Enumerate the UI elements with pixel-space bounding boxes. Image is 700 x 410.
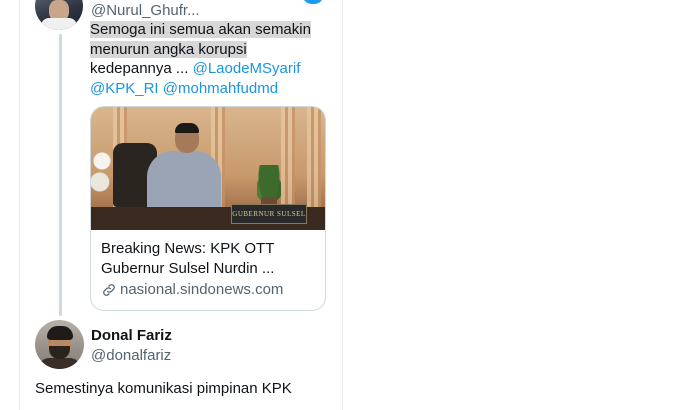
card-domain[interactable]: nasional.sindonews.com — [101, 281, 283, 298]
tweet-author-handle[interactable]: @donalfariz — [91, 347, 171, 364]
link-icon — [101, 282, 117, 298]
curtain-decoration — [307, 107, 321, 217]
avatar[interactable] — [35, 0, 83, 30]
flower-decoration — [91, 137, 113, 197]
highlighted-text: menurun angka korupsi — [90, 40, 247, 58]
thread-connector-line — [59, 34, 62, 316]
person-body — [147, 151, 221, 215]
curtain-decoration — [281, 107, 295, 217]
card-title[interactable]: Breaking News: KPK OTT Gubernur Sulsel N… — [101, 239, 316, 279]
tweet-text-continuation: kedepannya ... — [90, 60, 189, 77]
desk-nameplate: GUBERNUR SULSEL — [231, 204, 307, 224]
person-hair — [175, 123, 199, 133]
avatar-shirt — [41, 18, 77, 30]
avatar-hair — [47, 326, 73, 340]
mention-link[interactable]: @LaodeMSyarif — [193, 60, 301, 77]
tweet-author-name[interactable]: Donal Fariz — [91, 327, 172, 344]
link-preview-card[interactable]: GUBERNUR SULSEL Breaking News: KPK OTT G… — [90, 106, 326, 311]
card-image: GUBERNUR SULSEL — [91, 107, 325, 230]
highlighted-text: Semoga ini semua akan semakin — [90, 21, 311, 38]
card-domain-text: nasional.sindonews.com — [120, 281, 284, 298]
avatar-body — [39, 358, 80, 369]
avatar[interactable] — [35, 320, 84, 369]
tweet-text: Semoga ini semua akan semakin menurun an… — [90, 20, 330, 98]
tweet-text: Semestinya komunikasi pimpinan KPK — [35, 380, 292, 397]
mention-link[interactable]: @mohmahfudmd — [163, 80, 278, 97]
tweet-author-handle[interactable]: @Nurul_Ghufr... — [91, 2, 200, 19]
mention-link[interactable]: @KPK_RI — [90, 80, 159, 97]
